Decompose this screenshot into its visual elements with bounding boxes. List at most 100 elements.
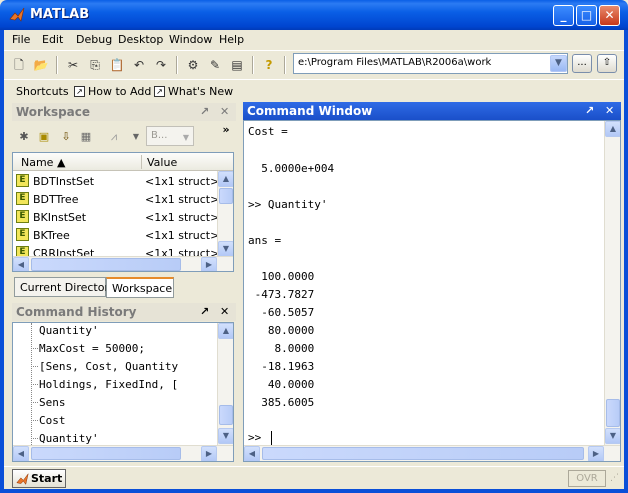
import-data-icon[interactable]: ⇩ (58, 129, 74, 144)
scroll-left-icon[interactable]: ◀ (244, 446, 260, 461)
table-row[interactable]: E BKInstSet <1x1 struct> (13, 208, 219, 226)
chevron-down-icon[interactable]: ▼ (178, 130, 194, 145)
output-line: Cost = (248, 125, 288, 138)
scroll-thumb[interactable] (606, 399, 620, 427)
scroll-down-icon[interactable]: ▼ (605, 428, 620, 444)
scroll-thumb[interactable] (262, 447, 584, 460)
open-folder-icon[interactable]: 📂 (32, 56, 50, 74)
more-options-icon[interactable]: » (218, 122, 234, 137)
command-horizontal-scrollbar[interactable]: ◀ ▶ (244, 445, 620, 461)
scroll-thumb[interactable] (219, 405, 233, 425)
table-row[interactable]: E BDTTree <1x1 struct> (13, 190, 219, 208)
scroll-right-icon[interactable]: ▶ (201, 446, 217, 461)
history-item[interactable]: Quantity' (39, 324, 99, 337)
menu-edit[interactable]: Edit (42, 33, 63, 46)
history-item[interactable]: Cost (39, 414, 66, 427)
profiler-icon[interactable]: ▤ (228, 56, 246, 74)
close-icon[interactable]: ✕ (605, 104, 614, 117)
table-row[interactable]: E BKTree <1x1 struct> (13, 226, 219, 244)
close-button[interactable]: ✕ (599, 5, 620, 26)
history-item[interactable]: Holdings, FixedInd, [ (39, 378, 178, 391)
scroll-down-icon[interactable]: ▼ (218, 241, 233, 257)
tab-current-directory[interactable]: Current Directory (14, 277, 116, 297)
struct-icon: E (16, 174, 29, 187)
scroll-right-icon[interactable]: ▶ (201, 257, 217, 271)
scroll-left-icon[interactable]: ◀ (13, 446, 29, 461)
chevron-down-icon[interactable]: ▼ (128, 129, 144, 144)
menu-desktop[interactable]: Desktop (118, 33, 163, 46)
paste-icon[interactable]: 📋 (108, 56, 126, 74)
text-cursor (271, 431, 272, 445)
tree-line (31, 348, 38, 349)
tab-workspace[interactable]: Workspace (106, 277, 174, 298)
shortcut-whats-new[interactable]: What's New (168, 85, 233, 98)
workspace-vertical-scrollbar[interactable]: ▲ ▼ (217, 171, 233, 257)
output-line: 385.6005 (248, 396, 315, 409)
start-button[interactable]: Start (12, 469, 66, 488)
history-item[interactable]: MaxCost = 50000; (39, 342, 145, 355)
scroll-right-icon[interactable]: ▶ (588, 446, 604, 461)
menu-window[interactable]: Window (169, 33, 212, 46)
command-prompt[interactable]: >> (248, 431, 268, 444)
redo-icon[interactable]: ↷ (152, 56, 170, 74)
column-header-name[interactable]: Name ▲ (21, 156, 65, 169)
shortcut-how-to-add[interactable]: How to Add (88, 85, 151, 98)
history-item[interactable]: Quantity' (39, 432, 99, 445)
output-line: 80.0000 (248, 324, 315, 337)
scroll-thumb[interactable] (219, 188, 233, 204)
folder-up-icon[interactable]: ⇧ (597, 54, 617, 73)
command-window-pane-header[interactable]: Command Window ↗ ✕ (243, 102, 621, 120)
variable-name: BKTree (33, 229, 70, 242)
plot-selection-icon[interactable]: ⩘ (102, 129, 126, 144)
copy-icon[interactable]: ⎘ (86, 56, 104, 74)
scroll-up-icon[interactable]: ▲ (605, 121, 620, 137)
command-window-output[interactable]: Cost = 5.0000e+004 >> Quantity' ans = 10… (243, 120, 621, 462)
new-variable-icon[interactable]: ✱ (16, 129, 32, 144)
history-item[interactable]: Sens (39, 396, 66, 409)
undock-icon[interactable]: ↗ (200, 305, 209, 318)
resize-grip-icon[interactable]: ⋰ (610, 473, 622, 485)
close-icon[interactable]: ✕ (220, 105, 229, 118)
struct-icon: E (16, 228, 29, 241)
undo-icon[interactable]: ↶ (130, 56, 148, 74)
open-selection-icon[interactable]: ▣ (36, 129, 52, 144)
history-vertical-scrollbar[interactable]: ▲ ▼ (217, 323, 233, 445)
workspace-pane-header[interactable]: Workspace ↗ ✕ (12, 103, 236, 121)
workspace-title: Workspace (16, 105, 91, 119)
column-header-value[interactable]: Value (147, 156, 177, 169)
menu-debug[interactable]: Debug (76, 33, 112, 46)
guide-icon[interactable]: ✎ (206, 56, 224, 74)
command-vertical-scrollbar[interactable]: ▲ ▼ (604, 121, 620, 445)
simulink-icon[interactable]: ⚙ (184, 56, 202, 74)
scroll-thumb[interactable] (31, 447, 181, 460)
current-directory-input[interactable]: e:\Program Files\MATLAB\R2006a\work (293, 53, 568, 74)
history-horizontal-scrollbar[interactable]: ◀ ▶ (13, 445, 233, 461)
close-icon[interactable]: ✕ (220, 305, 229, 318)
chevron-down-icon[interactable]: ▼ (550, 55, 567, 72)
maximize-button[interactable]: □ (576, 5, 597, 26)
undock-icon[interactable]: ↗ (200, 105, 209, 118)
command-history-pane-header[interactable]: Command History ↗ ✕ (12, 303, 236, 321)
scroll-down-icon[interactable]: ▼ (218, 428, 233, 444)
scroll-thumb[interactable] (31, 258, 181, 271)
workspace-horizontal-scrollbar[interactable]: ◀ ▶ (13, 256, 233, 271)
column-divider[interactable] (141, 155, 142, 169)
scroll-up-icon[interactable]: ▲ (218, 323, 233, 339)
undock-icon[interactable]: ↗ (585, 104, 594, 117)
new-file-icon[interactable]: 🗋 (10, 56, 28, 74)
help-icon[interactable]: ? (260, 56, 278, 74)
table-row[interactable]: E CRRInstSet <1x1 struct> (13, 244, 219, 256)
cut-icon[interactable]: ✂ (64, 56, 82, 74)
scroll-left-icon[interactable]: ◀ (13, 257, 29, 271)
start-label: Start (31, 472, 63, 485)
save-workspace-icon[interactable]: ▦ (78, 129, 94, 144)
scroll-up-icon[interactable]: ▲ (218, 171, 233, 187)
menu-help[interactable]: Help (219, 33, 244, 46)
browse-folder-button[interactable]: ... (572, 54, 592, 73)
table-row[interactable]: E BDTInstSet <1x1 struct> (13, 172, 219, 190)
title-bar[interactable]: MATLAB _ □ ✕ (0, 0, 628, 30)
variable-value: <1x1 struct> (145, 175, 220, 188)
menu-file[interactable]: File (12, 33, 30, 46)
history-item[interactable]: [Sens, Cost, Quantity (39, 360, 178, 373)
minimize-button[interactable]: _ (553, 5, 574, 26)
